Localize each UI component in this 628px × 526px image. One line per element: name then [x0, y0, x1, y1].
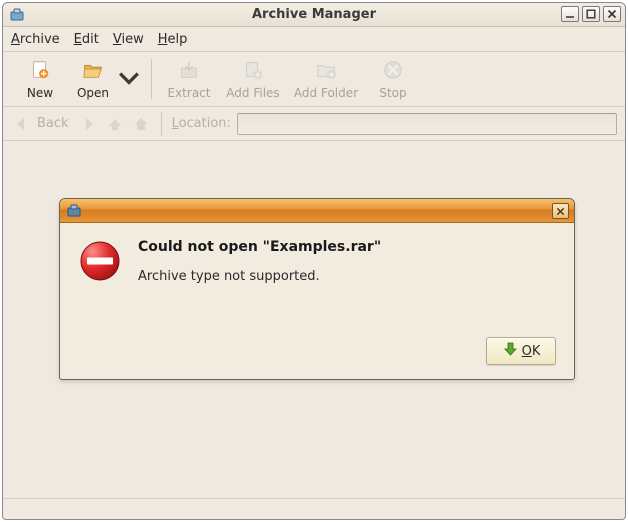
add-files-label: Add Files	[226, 86, 279, 100]
window-title: Archive Manager	[3, 7, 625, 22]
ok-button[interactable]: OK	[486, 337, 556, 365]
forward-button	[79, 114, 99, 134]
menubar: Archive Edit View Help	[3, 27, 625, 52]
maximize-button[interactable]	[582, 6, 600, 22]
add-folder-icon	[314, 59, 338, 84]
dialog-titlebar	[60, 199, 574, 223]
locbar-separator	[161, 112, 162, 136]
error-icon	[78, 239, 122, 283]
error-dialog: Could not open "Examples.rar" Archive ty…	[59, 198, 575, 380]
statusbar	[3, 499, 625, 519]
window-controls	[561, 6, 621, 22]
add-folder-label: Add Folder	[294, 86, 358, 100]
new-button[interactable]: New	[13, 55, 67, 103]
stop-label: Stop	[379, 86, 406, 100]
add-files-button: Add Files	[220, 55, 286, 103]
menu-edit[interactable]: Edit	[74, 32, 99, 47]
dialog-heading: Could not open "Examples.rar"	[138, 239, 381, 255]
extract-label: Extract	[168, 86, 211, 100]
add-files-icon	[241, 59, 265, 84]
extract-icon	[177, 59, 201, 84]
location-label: Location:	[172, 116, 231, 131]
location-input[interactable]	[237, 113, 617, 135]
toolbar-separator	[151, 59, 152, 99]
open-folder-icon	[81, 59, 105, 84]
menu-archive[interactable]: Archive	[11, 32, 60, 47]
ok-label: OK	[522, 344, 541, 359]
archive-app-icon	[66, 203, 82, 219]
menu-view[interactable]: View	[113, 32, 144, 47]
close-button[interactable]	[603, 6, 621, 22]
up-button	[105, 114, 125, 134]
stop-button: Stop	[366, 55, 420, 103]
dialog-text: Could not open "Examples.rar" Archive ty…	[138, 239, 381, 284]
dialog-message: Archive type not supported.	[138, 269, 381, 284]
open-label: Open	[77, 86, 109, 100]
apply-check-icon	[502, 341, 518, 361]
toolbar: New Open Extract Add Files	[3, 52, 625, 107]
back-button	[11, 114, 31, 134]
archive-app-icon	[9, 7, 25, 23]
new-label: New	[27, 86, 53, 100]
add-folder-button: Add Folder	[290, 55, 362, 103]
menu-help[interactable]: Help	[158, 32, 188, 47]
location-bar: Back Location:	[3, 107, 625, 141]
new-doc-icon	[28, 59, 52, 84]
stop-icon	[381, 59, 405, 84]
back-label: Back	[37, 116, 69, 131]
home-button	[131, 114, 151, 134]
titlebar: Archive Manager	[3, 3, 625, 27]
minimize-button[interactable]	[561, 6, 579, 22]
dialog-close-button[interactable]	[552, 203, 569, 219]
dialog-actions: OK	[486, 337, 556, 365]
extract-button: Extract	[162, 55, 216, 103]
main-window: Archive Manager Archive Edit View Help N…	[2, 2, 626, 520]
open-button[interactable]: Open	[71, 55, 141, 103]
chevron-down-icon[interactable]	[117, 67, 141, 92]
dialog-body: Could not open "Examples.rar" Archive ty…	[60, 223, 574, 294]
